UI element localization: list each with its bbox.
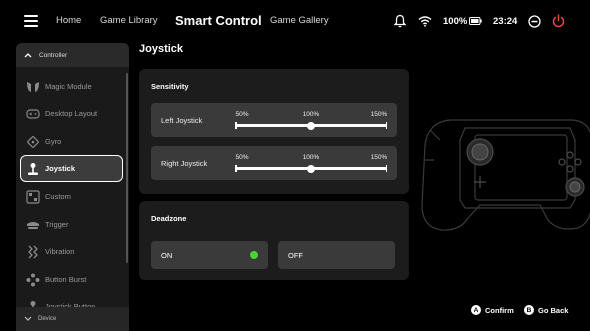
button-burst-icon [26, 273, 40, 287]
slider-thumb[interactable] [307, 164, 315, 173]
gyro-icon [26, 135, 40, 149]
nav-game-library[interactable]: Game Library [100, 15, 158, 26]
sidebar: Controller Magic Module Desktop Layout G… [16, 43, 129, 331]
go-back-hint[interactable]: B Go Back [524, 305, 568, 315]
display-icon[interactable] [528, 13, 541, 29]
slider-min-label: 50% [235, 154, 249, 161]
confirm-label: Confirm [485, 305, 514, 315]
slider-max-label: 150% [370, 154, 388, 161]
deadzone-on-button[interactable]: ON [151, 241, 268, 269]
chevron-down-icon [24, 316, 32, 321]
sensitivity-title: Sensitivity [151, 82, 189, 91]
slider-mid-label: 100% [302, 111, 320, 118]
joystick-icon [26, 162, 40, 176]
right-joystick-label: Right Joystick [161, 159, 208, 168]
sidebar-footer-label: Device [38, 316, 57, 322]
sidebar-item-gyro[interactable]: Gyro [16, 128, 121, 155]
slider-min-label: 50% [235, 111, 249, 118]
sidebar-item-magic-module[interactable]: Magic Module [16, 73, 121, 100]
deadzone-title: Deadzone [151, 214, 187, 223]
nav-game-gallery[interactable]: Game Gallery [270, 15, 329, 26]
page-title: Joystick [139, 43, 184, 55]
sidebar-item-label: Button Burst [45, 275, 87, 284]
bell-icon[interactable] [394, 13, 406, 29]
battery-icon [469, 13, 482, 29]
gamepad-icon [26, 107, 40, 121]
slider-thumb[interactable] [307, 121, 315, 130]
wifi-icon [418, 13, 432, 29]
vibration-icon [26, 245, 40, 259]
sidebar-item-joystick[interactable]: Joystick [20, 155, 123, 182]
confirm-hint[interactable]: A Confirm [471, 305, 514, 315]
slider-start-tick [235, 165, 237, 172]
deadzone-off-button[interactable]: OFF [278, 241, 395, 269]
sidebar-item-label: Joystick [45, 164, 76, 173]
selected-indicator [250, 251, 258, 259]
slider-end-tick [385, 165, 387, 172]
right-joystick-row: Right Joystick 50% 100% 150% [151, 146, 397, 180]
deadzone-on-label: ON [161, 251, 173, 260]
menu-icon[interactable] [24, 15, 38, 27]
sidebar-item-label: Vibration [45, 247, 75, 256]
go-back-label: Go Back [538, 305, 569, 315]
magic-module-icon [26, 80, 40, 94]
clock: 23:24 [493, 15, 518, 27]
slider-start-tick [235, 122, 237, 129]
sensitivity-panel: Sensitivity Left Joystick 50% 100% 150% … [139, 69, 409, 194]
sidebar-footer-device[interactable]: Device [16, 307, 129, 331]
sidebar-item-vibration[interactable]: Vibration [16, 238, 121, 265]
deadzone-off-label: OFF [288, 251, 303, 260]
custom-icon [26, 189, 40, 204]
sidebar-section-header[interactable]: Controller [16, 43, 129, 67]
a-button-icon: A [471, 305, 481, 315]
sidebar-item-desktop-layout[interactable]: Desktop Layout [16, 100, 121, 127]
left-joystick-label: Left Joystick [161, 116, 203, 125]
sidebar-item-label: Magic Module [45, 82, 92, 91]
nav-smart-control[interactable]: Smart Control [175, 13, 262, 28]
handheld-device-illustration [421, 119, 590, 231]
right-joystick-slider[interactable] [235, 164, 387, 173]
sidebar-item-label: Custom [45, 192, 71, 201]
sidebar-item-custom[interactable]: Custom [16, 183, 121, 210]
sidebar-item-trigger[interactable]: Trigger [16, 211, 121, 238]
sidebar-item-button-burst[interactable]: Button Burst [16, 266, 121, 293]
chevron-up-icon [24, 53, 32, 58]
sidebar-item-label: Trigger [45, 220, 69, 229]
left-joystick-row: Left Joystick 50% 100% 150% [151, 103, 397, 137]
sidebar-item-label: Gyro [45, 137, 62, 146]
nav-home[interactable]: Home [56, 15, 81, 26]
power-icon[interactable] [552, 13, 565, 29]
b-button-icon: B [524, 305, 534, 315]
slider-max-label: 150% [370, 111, 388, 118]
trigger-icon [26, 218, 40, 232]
sidebar-scrollbar[interactable] [126, 73, 128, 263]
deadzone-panel: Deadzone ON OFF [139, 201, 409, 280]
slider-end-tick [385, 122, 387, 129]
sidebar-section-label: Controller [39, 51, 68, 59]
left-joystick-slider[interactable] [235, 121, 387, 130]
battery-percent: 100% [443, 15, 468, 27]
slider-mid-label: 100% [302, 154, 320, 161]
sidebar-item-label: Desktop Layout [45, 109, 98, 118]
